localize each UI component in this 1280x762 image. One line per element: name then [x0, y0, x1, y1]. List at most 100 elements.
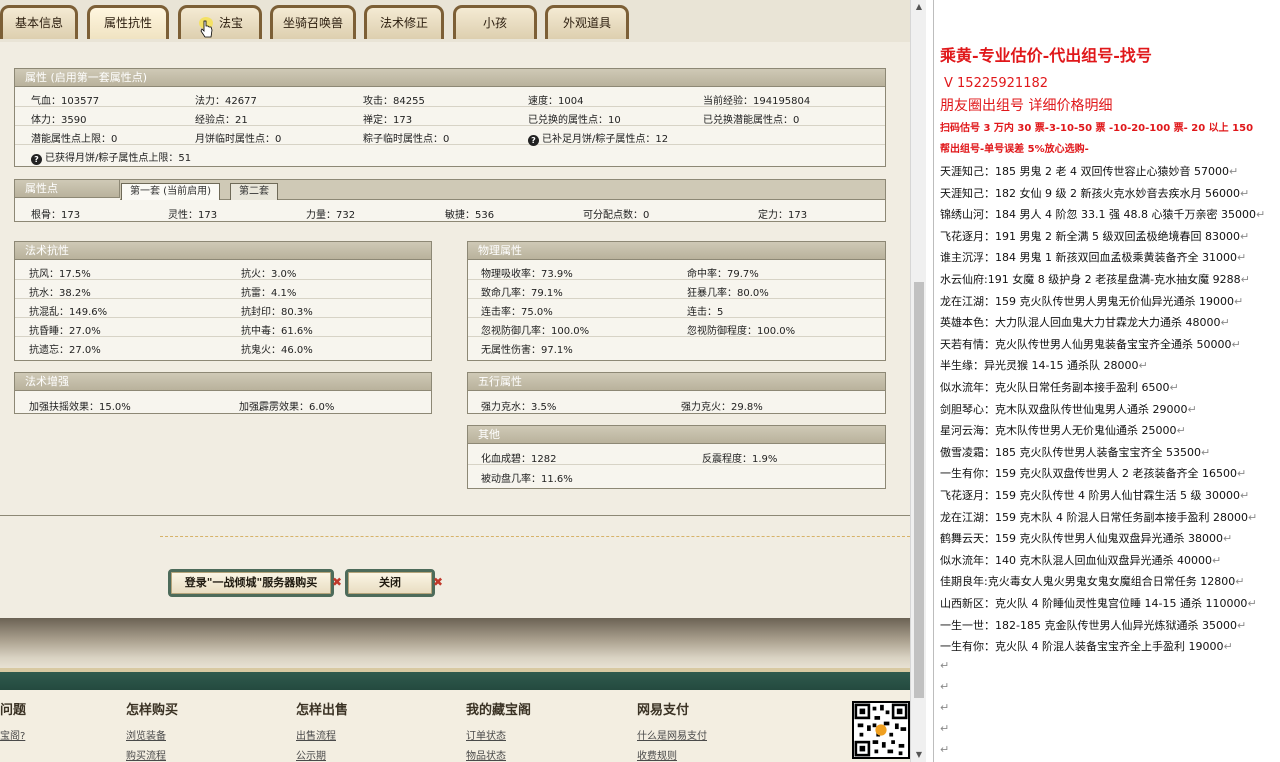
tab-bar: 基本信息 属性抗性 法宝 坐骑召唤兽 法术修正 小孩 外观道具: [0, 0, 910, 42]
listing-line: 一生有你：克火队 4 阶混人装备宝宝齐全上手盈利 19000↵: [940, 640, 1233, 654]
paragraph-mark: ↵: [940, 701, 950, 714]
close-button[interactable]: 关闭: [345, 569, 435, 597]
attribute-points-panel: 属性点 第一套 (当前启用) 第二套 根骨：173 灵性：173 力量：732 …: [14, 179, 886, 222]
paragraph-mark: ↵: [1169, 381, 1179, 394]
phys-ignore-def-degree: 忽视防御程度：100.0%: [687, 326, 796, 337]
listing-line: 剑胆琴心：克木队双盘队传世仙鬼男人通杀 29000↵: [940, 402, 1197, 416]
paragraph-mark: ↵: [1138, 359, 1148, 373]
subtab-set-two[interactable]: 第二套: [230, 183, 278, 200]
phys-berserk: 狂暴几率：80.0%: [687, 288, 769, 299]
paragraph-mark: ↵: [1240, 273, 1250, 286]
paragraph-mark: ↵: [1222, 532, 1233, 546]
footer-link-sell-flow[interactable]: 出售流程: [296, 727, 336, 742]
hand-cursor-icon: [199, 17, 213, 38]
footer-link-browse[interactable]: 浏览装备: [126, 727, 166, 742]
paragraph-mark: ↵: [1236, 467, 1247, 481]
footer-link-purchase-flow[interactable]: 购买流程: [126, 747, 166, 762]
paragraph-mark: ↵: [1228, 165, 1239, 178]
stat-attack: 攻击：84255: [363, 96, 425, 107]
footer-link[interactable]: 宝阁?: [0, 727, 25, 742]
landscape-banner: [0, 618, 910, 690]
listing-line: 半生缘：异光灵猴 14-15 通杀队 28000↵: [940, 359, 1148, 373]
scrollbar[interactable]: ▲ ▼: [910, 0, 926, 762]
resist-sleep: 抗昏睡：27.0%: [29, 326, 101, 337]
stat-obtained-cap: ? 已获得月饼/粽子属性点上限：51: [31, 149, 191, 165]
paragraph-mark: ↵: [940, 743, 950, 756]
footer-link-order-status[interactable]: 订单状态: [466, 727, 506, 742]
point-strength: 力量：732: [306, 210, 356, 221]
attribute-points-title: 属性点: [15, 180, 120, 198]
paragraph-mark: ↵: [1239, 229, 1250, 243]
listing-line: 飞花逐月：159 克火队传世 4 阶男人仙甘霖生活 5 级 30000↵: [940, 489, 1250, 502]
tab-attributes-resist[interactable]: 属性抗性: [87, 5, 169, 39]
footer-link-item-status[interactable]: 物品状态: [466, 747, 506, 762]
scrollbar-thumb[interactable]: [914, 282, 924, 698]
point-unallocated: 可分配点数：0: [583, 210, 650, 221]
stat-zongzi-temp: 粽子临时属性点：0: [363, 134, 450, 145]
spell-boost-title: 法术增强: [15, 373, 431, 391]
other-passive-plate: 被动盘几率：11.6%: [481, 474, 573, 485]
stat-speed: 速度：1004: [528, 96, 584, 107]
help-icon[interactable]: ?: [31, 154, 42, 165]
footer-link-public-period[interactable]: 公示期: [296, 747, 326, 762]
listing-line: 佳期良年:克火毒女人鬼火男鬼女鬼女魔组合日常任务 12800↵: [940, 575, 1245, 589]
doc-header-pricing: 扫码估号 3 万内 30 票-3-10-50 票 -10-20-100 票- 2…: [940, 123, 1254, 134]
listing-line: 水云仙府:191 女魔 8 级护身 2 老孩星盘满-克水抽女魔 9288↵: [940, 273, 1250, 286]
paragraph-mark: ↵: [1233, 294, 1244, 308]
stat-hp: 气血：103577: [31, 96, 100, 107]
resist-wind: 抗风：17.5%: [29, 269, 91, 280]
five-elements-panel: 五行属性 强力克水：3.5% 强力克火：29.8%: [467, 372, 886, 414]
scroll-up-icon[interactable]: ▲: [914, 2, 924, 12]
stat-mp: 法力：42677: [195, 96, 257, 107]
point-spirit: 灵性：173: [168, 210, 218, 221]
listing-line: 英雄本色：大力队混人回血鬼大力甘霖龙大力通杀 48000↵: [940, 316, 1230, 330]
tab-child[interactable]: 小孩: [453, 5, 537, 39]
listing-line: 天若有情：克火队传世男人仙男鬼装备宝宝齐全通杀 50000↵: [940, 337, 1241, 351]
point-constitution: 根骨：173: [31, 210, 81, 221]
other-title: 其他: [468, 426, 885, 444]
footer-col-netease-pay: 网易支付: [637, 703, 690, 718]
tab-mount-summon[interactable]: 坐骑召唤兽: [270, 5, 356, 39]
stat-mooncake-temp: 月饼临时属性点：0: [195, 134, 282, 145]
listing-line: 天涯知己：185 男鬼 2 老 4 双回传世容止心猿妙音 57000↵: [940, 165, 1239, 178]
boost-pili: 加强霹雳效果：6.0%: [239, 402, 335, 413]
element-fire: 强力克火：29.8%: [681, 402, 763, 413]
resist-seal: 抗封印：80.3%: [241, 307, 313, 318]
game-panel: 基本信息 属性抗性 法宝 坐骑召唤兽 法术修正 小孩 外观道具 属性 (启用第一…: [0, 0, 910, 762]
footer-link-fee-rules[interactable]: 收费规则: [637, 747, 677, 762]
scroll-down-icon[interactable]: ▼: [914, 750, 924, 760]
footer-link-what-is-pay[interactable]: 什么是网易支付: [637, 727, 707, 742]
stat-exchanged-potential: 已兑换潜能属性点：0: [703, 115, 800, 126]
paragraph-mark: ↵: [1187, 402, 1197, 416]
paragraph-mark: ↵: [1247, 597, 1257, 610]
tab-magic-treasure[interactable]: 法宝: [178, 5, 262, 39]
point-agility: 敏捷：536: [445, 210, 495, 221]
listing-line: 似水流年：克火队日常任务副本接手盈利 6500↵: [940, 381, 1179, 394]
other-counter: 反震程度：1.9%: [702, 454, 778, 465]
listing-line: 一生一世：182-185 克金队传世男人仙异光炼狱通杀 35000↵: [940, 618, 1247, 632]
doc-header-guarantee: 帮出组号-单号误差 5%放心选购-: [940, 144, 1089, 155]
footer-col-how-to-sell: 怎样出售: [296, 703, 349, 718]
footer: 问题 宝阁? 怎样购买 浏览装备 购买流程 怎样出售 出售流程 公示期 我的藏宝…: [0, 690, 910, 762]
help-icon[interactable]: ?: [528, 135, 539, 146]
paragraph-mark: ↵: [1223, 640, 1233, 654]
physical-panel: 物理属性 物理吸收率：73.9% 命中率：79.7% 致命几率：79.1% 狂暴…: [467, 241, 886, 361]
boost-fuyao: 加强扶摇效果：15.0%: [29, 402, 131, 413]
doc-header-contact: V 15225921182: [944, 76, 1049, 91]
paragraph-mark: ↵: [1211, 553, 1222, 567]
divider: [160, 536, 910, 537]
point-endurance: 定力：173: [758, 210, 808, 221]
listing-line: 谁主沉浮：184 男鬼 1 新孩双回血孟极乘黄装备齐全 31000↵: [940, 251, 1247, 265]
resist-forget: 抗遗忘：27.0%: [29, 345, 101, 356]
listing-line: 似水流年：140 克木队混人回血仙双盘异光通杀 40000↵: [940, 553, 1222, 567]
spell-resist-panel: 法术抗性 抗风：17.5% 抗火：3.0% 抗水：38.2% 抗雷：4.1% 抗…: [14, 241, 432, 361]
paragraph-mark: ↵: [1236, 251, 1247, 265]
listing-line: 傲雪凌霜：185 克火队传世男人装备宝宝齐全 53500↵: [940, 445, 1211, 459]
tab-basic-info[interactable]: 基本信息: [0, 5, 78, 39]
tab-spell-correction[interactable]: 法术修正: [364, 5, 444, 39]
subtab-set-one[interactable]: 第一套 (当前启用): [121, 183, 220, 200]
listing-line: 山西新区：克火队 4 阶睡仙灵性鬼宫位睡 14-15 通杀 110000↵: [940, 597, 1257, 610]
listing-line: 星河云海：克木队传世男人无价鬼仙通杀 25000↵: [940, 424, 1186, 438]
tab-appearance-items[interactable]: 外观道具: [545, 5, 629, 39]
login-purchase-button[interactable]: 登录"一战倾城"服务器购买: [168, 569, 334, 597]
